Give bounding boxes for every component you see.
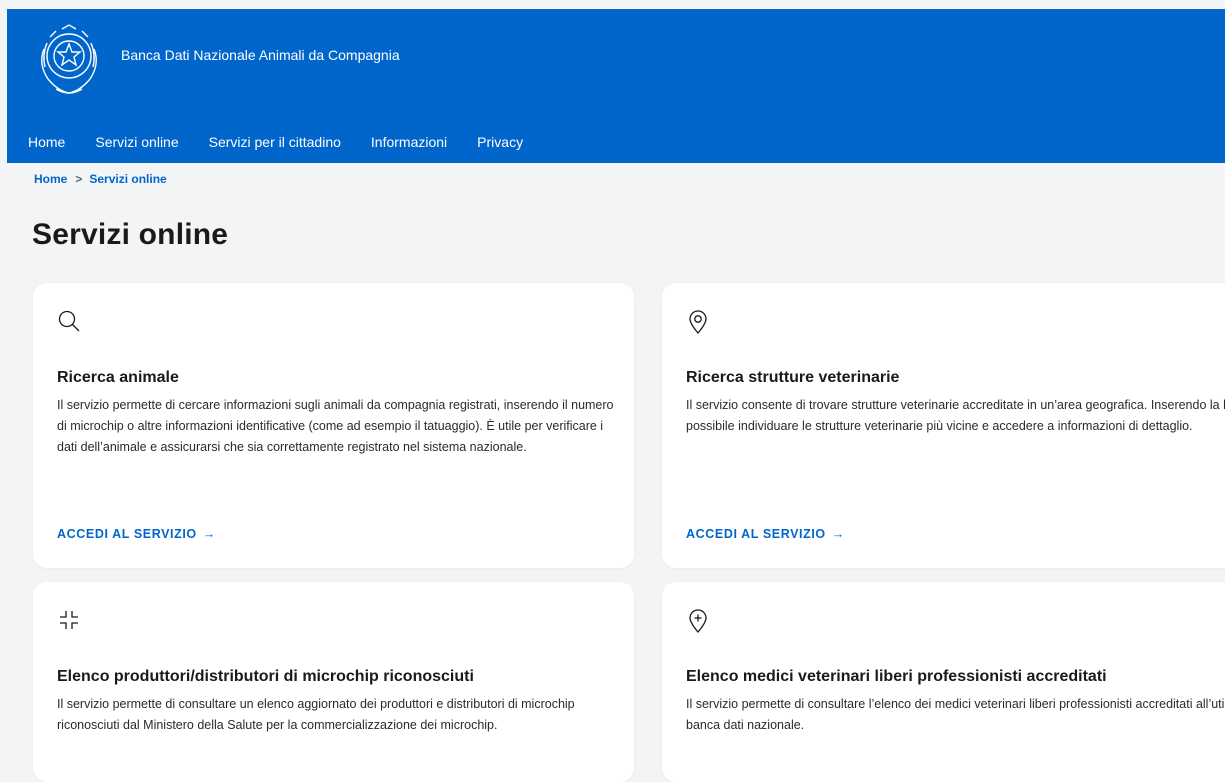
service-card-ricerca-strutture: Ricerca strutture veterinarie Il servizi…	[662, 283, 1225, 568]
service-card-elenco-produttori: Elenco produttori/distributori di microc…	[33, 582, 634, 782]
search-icon	[58, 310, 80, 332]
nav-item-home[interactable]: Home	[28, 134, 65, 150]
card-description: Il servizio permette di consultare un el…	[57, 697, 575, 732]
card-title: Ricerca animale	[57, 369, 179, 386]
card-description: Il servizio permette di cercare informaz…	[57, 398, 614, 454]
service-card-elenco-medici: Elenco medici veterinari liberi professi…	[662, 582, 1225, 782]
breadcrumb-separator: >	[75, 172, 83, 186]
accedi-al-servizio-link[interactable]: ACCEDI AL SERVIZIO →	[686, 527, 845, 541]
nav-item-informazioni[interactable]: Informazioni	[371, 134, 447, 150]
breadcrumb-home[interactable]: Home	[34, 172, 67, 186]
italian-republic-emblem-icon[interactable]	[34, 19, 104, 99]
card-title: Elenco produttori/distributori di microc…	[57, 668, 474, 685]
card-title: Ricerca strutture veterinarie	[686, 369, 900, 386]
service-card-ricerca-animale: Ricerca animale Il servizio permette di …	[33, 283, 634, 568]
accedi-al-servizio-link[interactable]: ACCEDI AL SERVIZIO →	[57, 527, 216, 541]
site-header: Banca Dati Nazionale Animali da Compagni…	[7, 9, 1225, 163]
map-pin-icon	[689, 310, 707, 334]
arrow-right-icon: →	[202, 527, 216, 541]
card-description: Il servizio permette di consultare l’ele…	[686, 697, 1225, 732]
link-label: ACCEDI AL SERVIZIO	[686, 527, 826, 541]
nav-item-privacy[interactable]: Privacy	[477, 134, 523, 150]
page-title: Servizi online	[32, 218, 229, 251]
breadcrumb: Home > Servizi online	[34, 172, 167, 186]
map-pin-plus-icon	[689, 609, 707, 633]
breadcrumb-current[interactable]: Servizi online	[89, 172, 166, 186]
site-title[interactable]: Banca Dati Nazionale Animali da Compagni…	[121, 47, 400, 63]
minimize-icon	[60, 611, 78, 629]
card-title: Elenco medici veterinari liberi professi…	[686, 668, 1107, 685]
nav-item-servizi-online[interactable]: Servizi online	[95, 134, 178, 150]
main-nav: Home Servizi online Servizi per il citta…	[7, 127, 538, 157]
link-label: ACCEDI AL SERVIZIO	[57, 527, 197, 541]
nav-item-servizi-cittadino[interactable]: Servizi per il cittadino	[209, 134, 341, 150]
card-description: Il servizio consente di trovare struttur…	[686, 398, 1225, 433]
arrow-right-icon: →	[831, 527, 845, 541]
